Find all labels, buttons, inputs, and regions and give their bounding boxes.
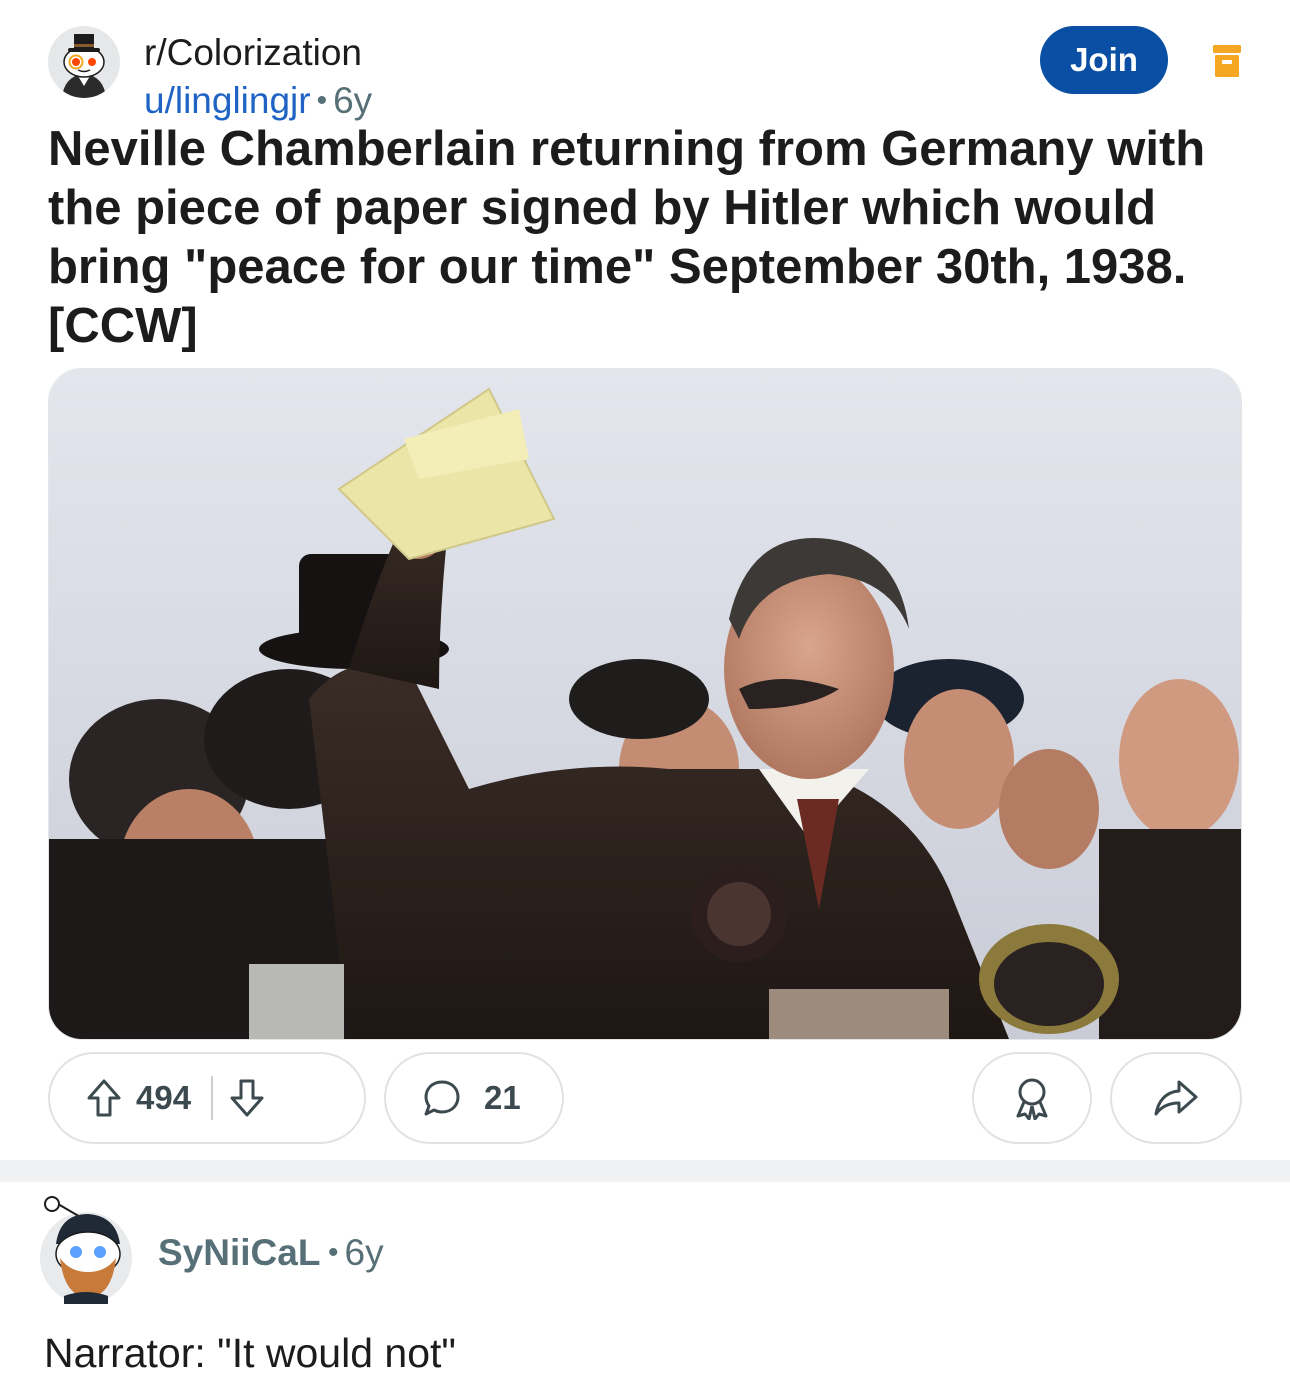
subreddit-name[interactable]: r/Colorization	[144, 32, 362, 74]
section-divider	[0, 1160, 1290, 1182]
meta-separator: •	[316, 84, 328, 117]
post-age: 6y	[333, 80, 373, 121]
comment-body: Narrator: "It would not"	[44, 1330, 456, 1376]
reddit-post-page: r/Colorization u/linglingjr • 6y Join Nevi…	[0, 0, 1290, 1386]
comment-count: 21	[484, 1079, 521, 1116]
post-header: r/Colorization u/linglingjr • 6y Join	[48, 18, 1248, 121]
downvote-button[interactable]	[229, 1078, 265, 1118]
upvote-button[interactable]	[86, 1078, 122, 1118]
comment-meta-separator: •	[328, 1236, 339, 1269]
comment-meta: • 6y	[322, 1232, 384, 1274]
join-button[interactable]: Join	[1040, 26, 1168, 94]
subreddit-avatar-icon[interactable]	[48, 26, 120, 98]
vote-divider	[211, 1076, 214, 1120]
share-arrow-icon	[1154, 1080, 1198, 1116]
share-button[interactable]	[1110, 1052, 1242, 1144]
upvote-count: 494	[136, 1079, 192, 1116]
post-title[interactable]: Neville Chamberlain returning from Germa…	[48, 120, 1248, 356]
post-author-link[interactable]: u/linglingjr	[144, 80, 311, 121]
award-ribbon-icon	[1016, 1078, 1048, 1120]
post-image[interactable]	[48, 368, 1242, 1040]
arrow-up-icon	[87, 1079, 121, 1117]
arrow-down-icon	[230, 1079, 264, 1117]
post-meta: u/linglingjr • 6y	[144, 80, 372, 122]
vote-control: 494	[48, 1052, 366, 1144]
commenter-avatar-icon[interactable]	[36, 1196, 136, 1304]
award-button[interactable]	[972, 1052, 1092, 1144]
speech-bubble-icon	[422, 1078, 462, 1118]
comments-button[interactable]: 21	[384, 1052, 564, 1144]
archive-icon[interactable]	[1212, 44, 1242, 78]
colorized-photo-illustration	[49, 369, 1241, 1039]
comment-age: 6y	[344, 1232, 384, 1273]
comment-author[interactable]: SyNiiCaL	[158, 1232, 320, 1274]
